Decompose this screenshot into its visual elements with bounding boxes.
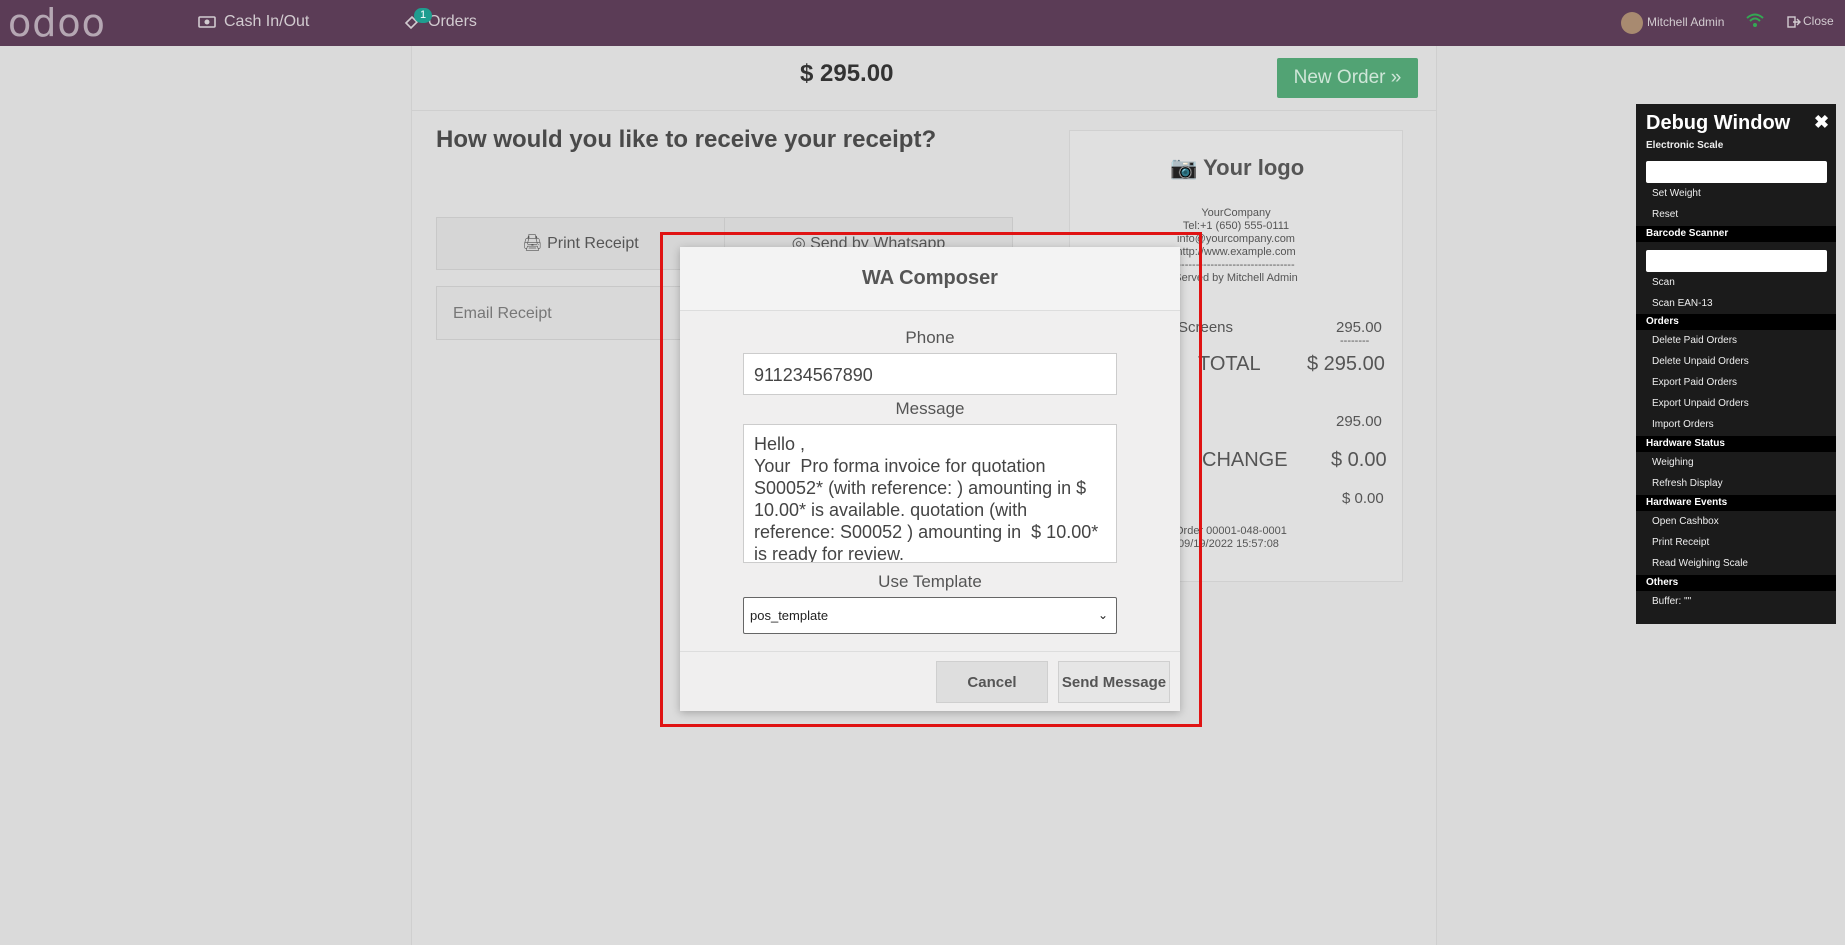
- receipt-topbar: $ 295.00 New Order »: [412, 46, 1436, 111]
- paid-value: 295.00: [1336, 413, 1382, 430]
- sign-out-icon: [1787, 16, 1801, 28]
- total-label: TOTAL: [1198, 353, 1261, 375]
- wa-composer-dialog: WA Composer Phone 911234567890 Message H…: [680, 247, 1180, 711]
- debug-title: Debug Window: [1646, 112, 1791, 134]
- send-message-button[interactable]: Send Message: [1058, 661, 1170, 703]
- odoo-logo: odoo: [8, 1, 106, 45]
- print-icon: 🖨: [522, 235, 548, 252]
- debug-close-icon[interactable]: ✖: [1814, 112, 1829, 133]
- close-button[interactable]: Close: [1787, 14, 1834, 28]
- section-hardware-status: Hardware Status: [1636, 436, 1836, 452]
- template-label: Use Template: [878, 572, 982, 591]
- close-label: Close: [1803, 14, 1834, 28]
- scan-ean13-button[interactable]: Scan EAN-13: [1652, 298, 1713, 309]
- print-receipt-debug-button[interactable]: Print Receipt: [1652, 537, 1709, 548]
- change-value: $ 0.00: [1331, 449, 1387, 471]
- export-unpaid-orders-button[interactable]: Export Unpaid Orders: [1652, 398, 1749, 409]
- message-textarea[interactable]: Hello , Your Pro forma invoice for quota…: [743, 424, 1117, 563]
- receipt-logo-text: Your logo: [1203, 155, 1305, 180]
- camera-icon: 📷: [1170, 155, 1204, 180]
- read-weighing-scale-button[interactable]: Read Weighing Scale: [1652, 558, 1748, 569]
- export-paid-orders-button[interactable]: Export Paid Orders: [1652, 377, 1737, 388]
- orders-button[interactable]: Orders: [404, 0, 477, 46]
- set-weight-button[interactable]: Set Weight: [1652, 188, 1701, 199]
- barcode-input[interactable]: [1646, 250, 1827, 272]
- section-barcode-scanner: Barcode Scanner: [1636, 226, 1836, 242]
- top-navbar: odoo Cash In/Out Orders 1 Mitchell Admin…: [0, 0, 1845, 46]
- weighing-button[interactable]: Weighing: [1652, 457, 1694, 468]
- company-name: YourCompany: [1201, 207, 1271, 219]
- phone-input[interactable]: 911234567890: [743, 353, 1117, 395]
- total-dashes: --------: [1340, 335, 1370, 347]
- tax-value: $ 0.00: [1342, 490, 1384, 507]
- debug-window: Debug Window ✖ Electronic Scale Set Weig…: [1636, 104, 1836, 624]
- delete-paid-orders-button[interactable]: Delete Paid Orders: [1652, 335, 1737, 346]
- section-hardware-events: Hardware Events: [1636, 495, 1836, 511]
- section-electronic-scale: Electronic Scale: [1646, 140, 1724, 151]
- chevron-down-icon: ⌄: [1097, 608, 1108, 622]
- line-price: 295.00: [1336, 319, 1382, 336]
- avatar: [1621, 12, 1643, 34]
- total-value: $ 295.00: [1307, 353, 1385, 375]
- delete-unpaid-orders-button[interactable]: Delete Unpaid Orders: [1652, 356, 1749, 367]
- wifi-icon: [1746, 13, 1764, 27]
- refresh-display-button[interactable]: Refresh Display: [1652, 478, 1723, 489]
- message-label: Message: [895, 399, 965, 418]
- orders-count-badge: 1: [414, 8, 433, 23]
- receipt-logo: 📷 Your logo: [1170, 155, 1304, 181]
- cash-in-out-label: Cash In/Out: [224, 13, 310, 30]
- print-receipt-label: Print Receipt: [547, 235, 639, 252]
- import-orders-button[interactable]: Import Orders: [1652, 419, 1714, 430]
- orders-label: Orders: [428, 13, 477, 30]
- open-cashbox-button[interactable]: Open Cashbox: [1652, 516, 1719, 527]
- money-icon: [198, 15, 216, 28]
- reset-button[interactable]: Reset: [1652, 209, 1678, 220]
- template-select[interactable]: pos_template ⌄: [743, 597, 1117, 634]
- cancel-button[interactable]: Cancel: [936, 661, 1048, 703]
- user-menu[interactable]: Mitchell Admin: [1621, 12, 1724, 34]
- template-selected-value: pos_template: [750, 608, 829, 623]
- new-order-button[interactable]: New Order »: [1277, 58, 1418, 98]
- section-orders: Orders: [1636, 314, 1836, 330]
- phone-label: Phone: [905, 328, 955, 347]
- scan-button[interactable]: Scan: [1652, 277, 1675, 288]
- cash-in-out-button[interactable]: Cash In/Out: [198, 0, 309, 46]
- receipt-question: How would you like to receive your recei…: [436, 126, 937, 153]
- dialog-title: WA Composer: [680, 247, 1180, 311]
- change-label: CHANGE: [1202, 449, 1288, 471]
- total-amount: $ 295.00: [800, 60, 894, 87]
- weight-input[interactable]: [1646, 161, 1827, 183]
- dialog-footer: Cancel Send Message: [680, 651, 1180, 712]
- user-name: Mitchell Admin: [1647, 15, 1725, 30]
- section-others: Others: [1636, 575, 1836, 591]
- buffer-readout: Buffer: "": [1652, 596, 1692, 607]
